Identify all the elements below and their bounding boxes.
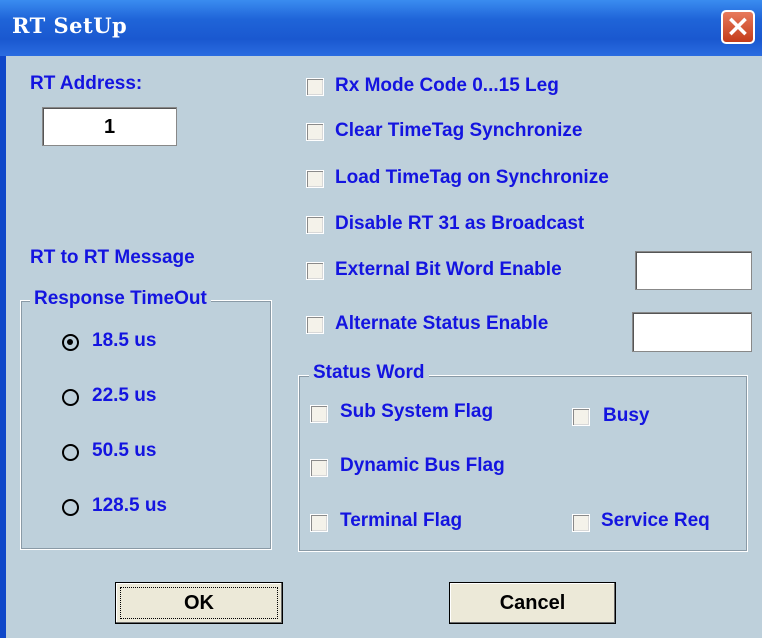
status-word-legend: Status Word	[309, 362, 429, 384]
option-label: Rx Mode Code 0...15 Leg	[335, 75, 559, 96]
rt-address-value: 1	[103, 116, 116, 138]
checkbox[interactable]	[306, 170, 324, 188]
response-timeout-legend: Response TimeOut	[30, 288, 211, 310]
alternate-status-field[interactable]	[632, 312, 752, 352]
external-bit-word-field[interactable]	[635, 251, 752, 290]
checkbox[interactable]	[306, 316, 324, 334]
flag-label: Service Req	[601, 510, 710, 531]
flag-label: Busy	[603, 405, 650, 426]
option-label: Load TimeTag on Synchronize	[335, 167, 609, 188]
radio-button[interactable]	[62, 499, 79, 516]
rt-address-label: RT Address:	[30, 73, 143, 94]
checkbox[interactable]	[310, 405, 328, 423]
rt-address-field[interactable]: 1	[42, 107, 177, 146]
radio-button[interactable]	[62, 444, 79, 461]
option-label: Disable RT 31 as Broadcast	[335, 213, 585, 234]
ok-button[interactable]: OK	[115, 582, 283, 624]
option-label: Clear TimeTag Synchronize	[335, 120, 583, 141]
window-title: RT SetUp	[12, 13, 128, 38]
timeout-option-label: 50.5 us	[92, 440, 157, 461]
flag-label: Dynamic Bus Flag	[340, 455, 505, 476]
checkbox[interactable]	[310, 459, 328, 477]
checkbox[interactable]	[306, 78, 324, 96]
flag-label: Terminal Flag	[340, 510, 463, 531]
radio-button-selected[interactable]	[62, 334, 79, 351]
window-left-edge	[0, 56, 6, 638]
radio-button[interactable]	[62, 389, 79, 406]
flag-label: Sub System Flag	[340, 401, 494, 422]
cancel-button[interactable]: Cancel	[449, 582, 616, 624]
timeout-option-label: 18.5 us	[92, 330, 157, 351]
timeout-option-label: 128.5 us	[92, 495, 167, 516]
timeout-option-label: 22.5 us	[92, 385, 157, 406]
checkbox[interactable]	[310, 514, 328, 532]
option-label: Alternate Status Enable	[335, 313, 549, 334]
rt-setup-dialog: RT SetUp × RT Address: 1 RT to RT Messag…	[0, 0, 762, 638]
close-button[interactable]: ×	[721, 9, 755, 44]
rt-to-rt-label: RT to RT Message	[30, 247, 195, 268]
checkbox[interactable]	[306, 123, 324, 141]
checkbox[interactable]	[306, 216, 324, 234]
close-icon: ×	[725, 9, 751, 44]
checkbox[interactable]	[572, 514, 590, 532]
option-label: External Bit Word Enable	[335, 259, 562, 280]
checkbox[interactable]	[572, 408, 590, 426]
checkbox[interactable]	[306, 262, 324, 280]
title-bar[interactable]: RT SetUp ×	[0, 0, 762, 56]
